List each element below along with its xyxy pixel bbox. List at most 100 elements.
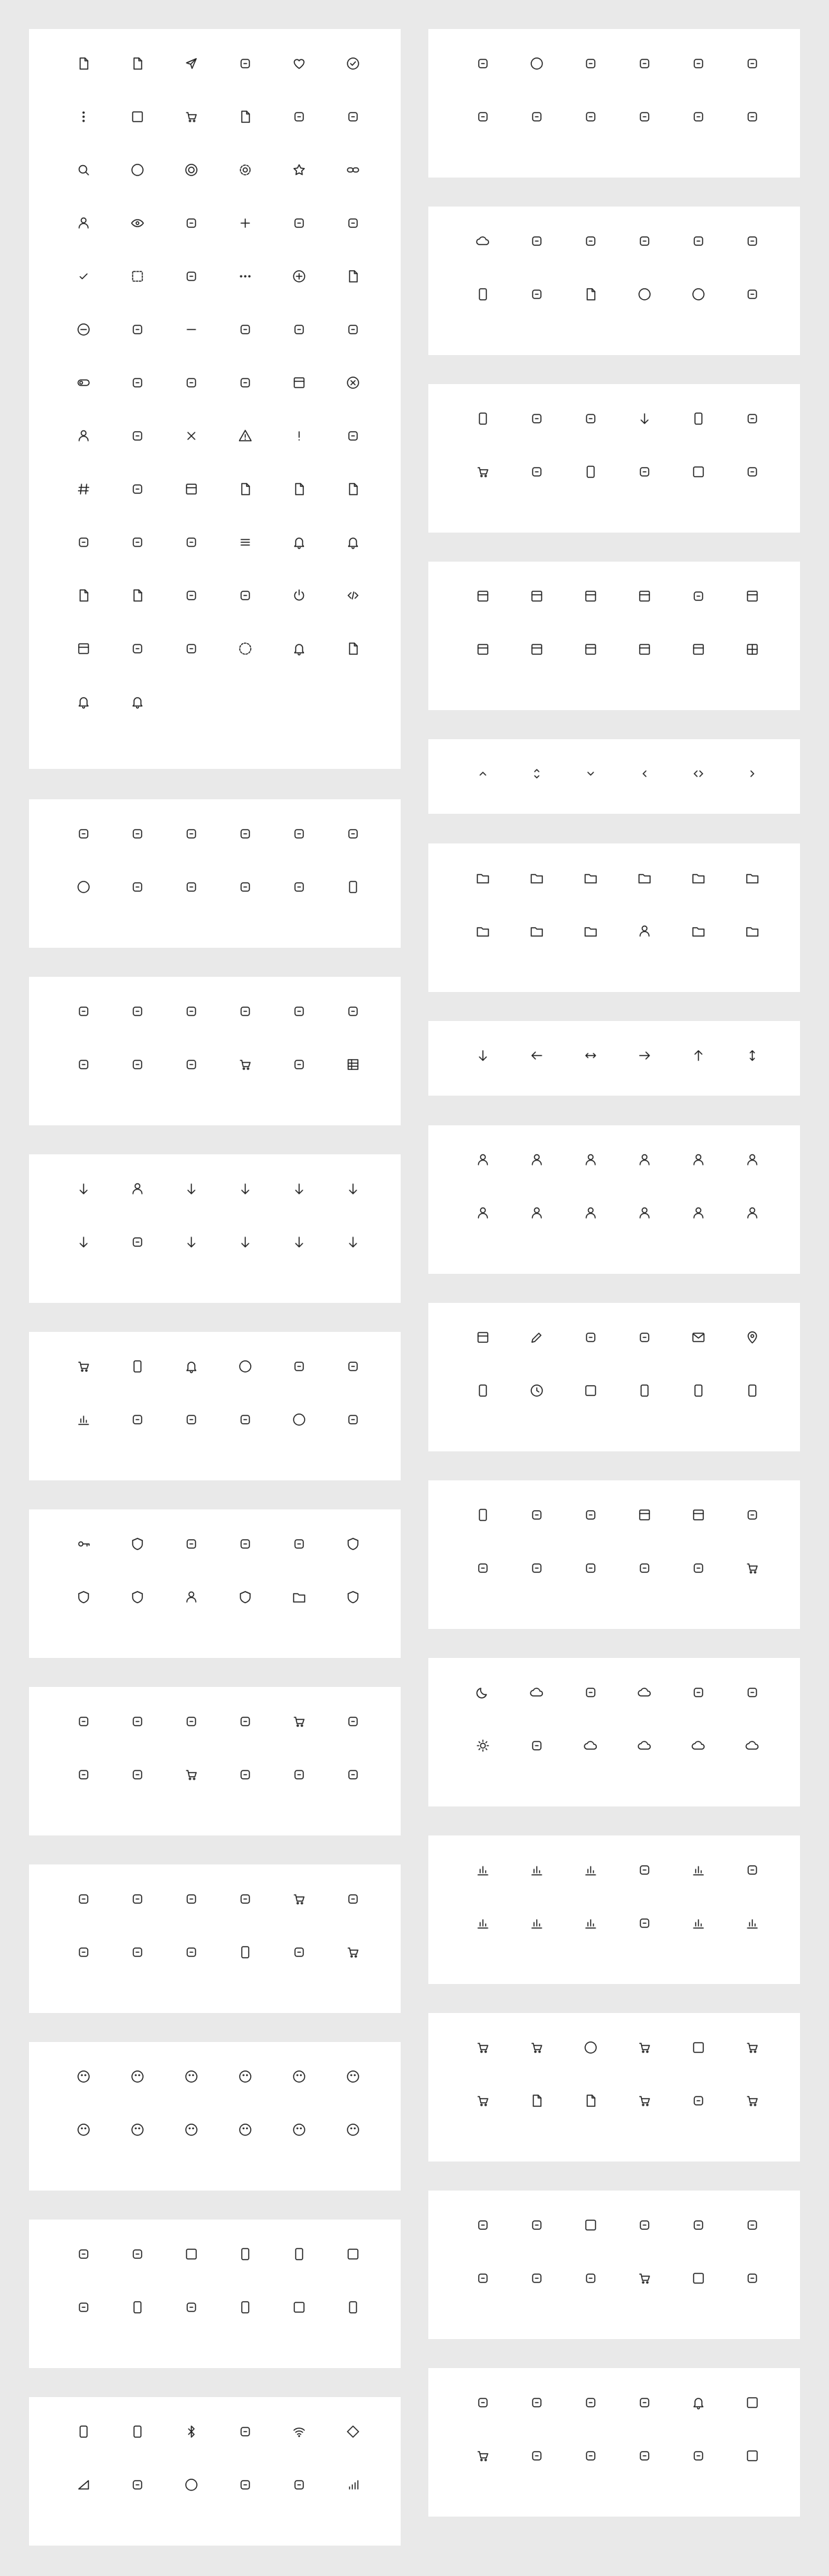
icon-grid (456, 233, 778, 339)
icon-card-finance (428, 2191, 800, 2339)
mail-icon (671, 1329, 725, 1382)
volume-up-icon (725, 233, 779, 286)
clock-icon (510, 1382, 564, 1435)
flask-icon (725, 55, 779, 108)
volume-icon (725, 286, 779, 339)
send-icon (164, 55, 218, 108)
navigation-icon (218, 587, 272, 640)
virus-icon (564, 108, 618, 162)
cloud-icon (618, 1684, 671, 1737)
login-icon (111, 534, 164, 587)
package-icon (618, 2270, 671, 2323)
qr-code-icon (510, 2217, 564, 2270)
lollipop-icon (618, 464, 671, 517)
first-aid-icon (456, 108, 510, 162)
trend-chart-icon (510, 1915, 564, 1968)
icon-grid (57, 1181, 379, 1287)
folder-down-icon (564, 870, 618, 923)
arrow-down-icon (456, 1047, 510, 1100)
alert-triangle-icon (218, 428, 272, 481)
smile-icon (111, 2068, 164, 2121)
happy-icon (164, 2068, 218, 2121)
like-icon (111, 374, 164, 428)
battery-tool-icon (218, 1944, 272, 1997)
twitter-icon (57, 1766, 111, 1820)
folder-plus-icon (456, 870, 510, 923)
cart-icon (725, 2039, 779, 2092)
sofa-icon (164, 826, 218, 879)
icon-card-layout (428, 562, 800, 710)
shield-badge-icon (57, 1589, 111, 1642)
icon-grid (456, 1507, 778, 1613)
sun-lamp-icon (564, 1507, 618, 1560)
icon-grid (456, 55, 778, 162)
icon-grid (456, 1684, 778, 1791)
fridge-alt-icon (671, 410, 725, 464)
folder-music-icon (725, 923, 779, 976)
bell-icon (272, 534, 326, 587)
snowflake-icon (510, 1684, 564, 1737)
merge-icon (57, 1234, 111, 1287)
cookie-icon (671, 1684, 725, 1737)
square-icon (111, 108, 164, 162)
align-right-icon (164, 1056, 218, 1109)
turn-split-icon (164, 1234, 218, 1287)
icon-card-media (428, 207, 800, 355)
tongue-icon (326, 2121, 380, 2175)
confused-icon (111, 2121, 164, 2175)
align-center-icon (218, 1003, 272, 1056)
hanger-icon (564, 2448, 618, 2501)
menu-icon (218, 534, 272, 587)
shirt-icon (671, 2448, 725, 2501)
dashboard-icon (725, 2217, 779, 2270)
shield-x-icon (326, 1589, 380, 1642)
floor-lamp-icon (111, 879, 164, 932)
calendar-icon (272, 374, 326, 428)
figma-icon (272, 1766, 326, 1820)
gear-icon (218, 162, 272, 215)
basketball-icon (57, 1358, 111, 1411)
user-lock-icon (671, 1205, 725, 1258)
icon-card-travel (428, 1480, 800, 1629)
icon-card-arrows (428, 1021, 800, 1096)
bell-minus-icon (57, 694, 111, 747)
keyboard-icon (326, 2246, 380, 2299)
music-eighth-icon (564, 410, 618, 464)
icon-grid (456, 1047, 778, 1100)
medal-icon (326, 1411, 380, 1464)
icon-card-devices (29, 2220, 401, 2368)
headphones-icon (218, 2246, 272, 2299)
folder-up-icon (510, 870, 564, 923)
timer-icon (272, 321, 326, 374)
microphone-icon (456, 286, 510, 339)
basket-icon (618, 2039, 671, 2092)
icon-card-misc (428, 2368, 800, 2517)
tent-icon (618, 1560, 671, 1613)
signal-low-icon (57, 2477, 111, 2530)
icon-card-text-editor (29, 977, 401, 1125)
branch-icon (326, 1234, 380, 1287)
icon-grid (456, 410, 778, 517)
database-icon (111, 640, 164, 694)
droplets-icon (725, 1684, 779, 1737)
meh-icon (218, 2121, 272, 2175)
icon-grid (57, 1891, 379, 1997)
search-icon (57, 162, 111, 215)
icon-grid (57, 2068, 379, 2175)
handshake-icon (725, 2270, 779, 2323)
tablet-landscape-icon (111, 2299, 164, 2352)
dashed-square-icon (111, 268, 164, 321)
plate-icon (725, 464, 779, 517)
icon-grid (456, 1329, 778, 1435)
phone-icon (671, 1382, 725, 1435)
archive-icon (326, 321, 380, 374)
folder-heart-icon (725, 870, 779, 923)
download-icon (326, 428, 380, 481)
external-link-icon (272, 108, 326, 162)
wallet-card-icon (671, 464, 725, 517)
turn-right-icon (326, 1181, 380, 1234)
bell-ring-icon (326, 534, 380, 587)
icon-grid (57, 1713, 379, 1820)
tape-measure-icon (57, 1944, 111, 1997)
android-icon (57, 1713, 111, 1766)
